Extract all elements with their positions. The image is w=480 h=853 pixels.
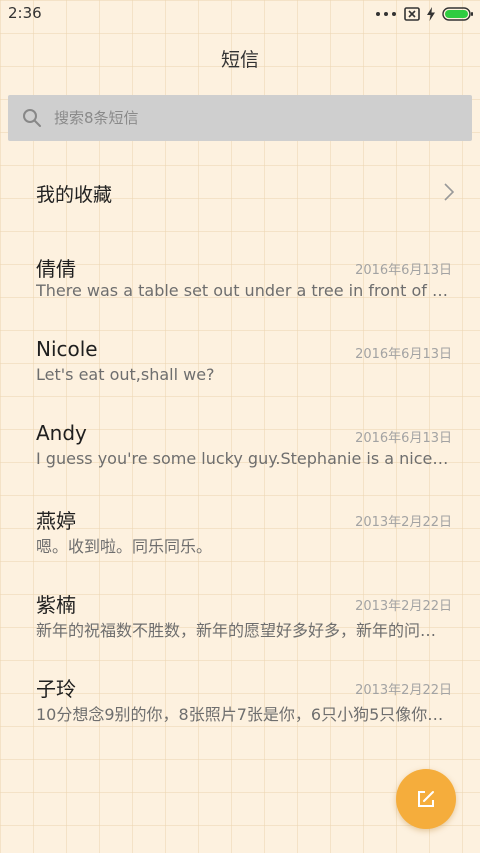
conversation-item[interactable]: Nicole 2016年6月13日 Let's eat out,shall we… bbox=[0, 318, 480, 402]
message-preview: I guess you're some lucky guy.Stephanie … bbox=[36, 449, 452, 468]
message-preview: Let's eat out,shall we? bbox=[36, 365, 215, 384]
contact-name: Nicole bbox=[36, 337, 98, 361]
favorites-label: 我的收藏 bbox=[36, 184, 113, 206]
search-input[interactable] bbox=[54, 103, 434, 133]
status-time: 2:36 bbox=[8, 4, 42, 22]
message-date: 2016年6月13日 bbox=[355, 431, 452, 446]
contact-name: 紫楠 bbox=[36, 593, 76, 617]
favorites-row[interactable]: 我的收藏 bbox=[0, 150, 480, 234]
conversation-list: 倩倩 2016年6月13日 There was a table set out … bbox=[0, 234, 480, 738]
message-date: 2013年2月22日 bbox=[355, 599, 452, 614]
charging-bolt-icon bbox=[427, 7, 435, 21]
contact-name: Andy bbox=[36, 421, 87, 445]
sim-x-icon bbox=[404, 7, 420, 21]
compose-button[interactable] bbox=[396, 769, 456, 829]
page-title: 短信 bbox=[220, 48, 259, 71]
contact-name: 子玲 bbox=[36, 677, 76, 701]
message-date: 2013年2月22日 bbox=[355, 683, 452, 698]
chevron-right-icon bbox=[444, 183, 455, 201]
title-bar: 短信 bbox=[0, 28, 480, 88]
message-date: 2016年6月13日 bbox=[355, 263, 452, 278]
status-bar: 2:36 bbox=[0, 0, 480, 28]
message-date: 2013年2月22日 bbox=[355, 515, 452, 530]
battery-full-icon bbox=[442, 7, 474, 21]
search-box[interactable] bbox=[8, 95, 472, 141]
message-preview: 新年的祝福数不胜数，新年的愿望好多好多，新年的问候真诚无数 bbox=[36, 621, 452, 640]
message-preview: 10分想念9别的你，8张照片7张是你，6只小狗5只像你，4季如春 bbox=[36, 705, 452, 724]
conversation-item[interactable]: 紫楠 2013年2月22日 新年的祝福数不胜数，新年的愿望好多好多，新年的问候真… bbox=[0, 570, 480, 654]
message-date: 2016年6月13日 bbox=[355, 347, 452, 362]
conversation-item[interactable]: Andy 2016年6月13日 I guess you're some luck… bbox=[0, 402, 480, 486]
signal-dots-icon bbox=[375, 11, 397, 17]
conversation-item[interactable]: 燕婷 2013年2月22日 嗯。收到啦。同乐同乐。 bbox=[0, 486, 480, 570]
status-icons bbox=[375, 6, 474, 22]
compose-icon bbox=[416, 789, 436, 809]
conversation-item[interactable]: 倩倩 2016年6月13日 There was a table set out … bbox=[0, 234, 480, 318]
contact-name: 燕婷 bbox=[36, 509, 76, 533]
conversation-item[interactable]: 子玲 2013年2月22日 10分想念9别的你，8张照片7张是你，6只小狗5只像… bbox=[0, 654, 480, 738]
search-icon bbox=[22, 108, 42, 128]
contact-name: 倩倩 bbox=[36, 257, 76, 281]
message-preview: 嗯。收到啦。同乐同乐。 bbox=[36, 537, 213, 556]
message-preview: There was a table set out under a tree i… bbox=[36, 281, 452, 300]
